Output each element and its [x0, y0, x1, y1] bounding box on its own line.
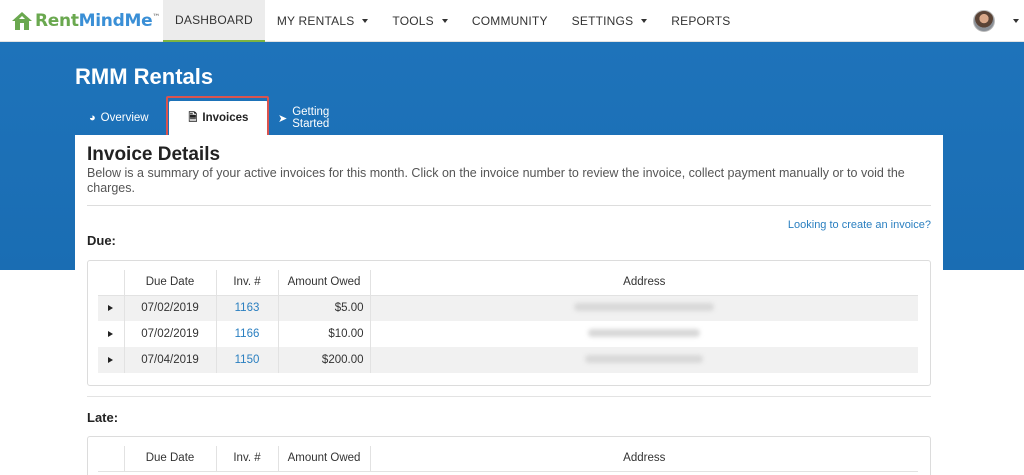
main-nav: DASHBOARD MY RENTALS TOOLS COMMUNITY SET…	[163, 0, 742, 42]
expand-row-icon[interactable]	[98, 347, 125, 373]
invoice-number-link[interactable]: 1150	[216, 347, 279, 373]
invoice-panel: Invoice Details Below is a summary of yo…	[75, 135, 943, 475]
create-invoice-link[interactable]: Looking to create an invoice?	[788, 219, 931, 231]
address-redacted	[370, 347, 918, 373]
nav-tools[interactable]: TOOLS	[380, 0, 459, 42]
user-avatar[interactable]	[973, 10, 995, 32]
nav-my-rentals[interactable]: MY RENTALS	[265, 0, 381, 42]
header-inv[interactable]: Inv. #	[215, 270, 279, 296]
caret-down-icon	[641, 19, 648, 23]
expand-column-header	[98, 270, 125, 296]
late-invoices-card: Due Date Inv. # Amount Owed Address	[87, 436, 931, 475]
rocket-icon: ➤	[278, 112, 288, 125]
header-inv[interactable]: Inv. #	[215, 446, 279, 472]
table-row: 07/02/2019 1166 $10.00	[98, 321, 918, 347]
invoice-number-link[interactable]: 1163	[216, 295, 279, 321]
due-heading: Due:	[87, 233, 116, 248]
document-icon: 🗎	[188, 111, 198, 124]
header-due-date[interactable]: Due Date	[123, 446, 217, 472]
due-invoices-table: Due Date Inv. # Amount Owed Address 07/0…	[98, 270, 918, 373]
house-logo-icon	[12, 12, 32, 30]
header-amount[interactable]: Amount Owed	[277, 446, 371, 472]
tab-getting-started[interactable]: ➤ Getting Started	[278, 101, 329, 135]
table-row: 07/04/2019 1150 $200.00	[98, 347, 918, 373]
page-title: RMM Rentals	[75, 64, 214, 89]
late-invoices-table: Due Date Inv. # Amount Owed Address	[98, 446, 918, 472]
nav-reports[interactable]: REPORTS	[659, 0, 742, 42]
nav-community[interactable]: COMMUNITY	[460, 0, 560, 42]
address-redacted	[370, 321, 918, 347]
header-due-date[interactable]: Due Date	[123, 270, 217, 296]
top-navbar: RentMindMe™ DASHBOARD MY RENTALS TOOLS C…	[0, 0, 1024, 42]
invoice-number-link[interactable]: 1166	[216, 321, 279, 347]
expand-column-header	[98, 446, 125, 472]
late-heading: Late:	[87, 410, 119, 425]
header-amount[interactable]: Amount Owed	[277, 270, 371, 296]
table-row: 07/02/2019 1163 $5.00	[98, 295, 918, 321]
address-redacted	[370, 295, 918, 321]
tab-overview[interactable]: ◕ Overview	[89, 101, 149, 135]
section-description: Below is a summary of your active invoic…	[87, 166, 905, 195]
caret-down-icon	[441, 19, 448, 23]
nav-dashboard[interactable]: DASHBOARD	[163, 0, 265, 42]
due-invoices-card: Due Date Inv. # Amount Owed Address 07/0…	[87, 260, 931, 386]
tab-invoices[interactable]: 🗎 Invoices	[169, 101, 268, 135]
expand-row-icon[interactable]	[98, 321, 125, 347]
table-header-row: Due Date Inv. # Amount Owed Address	[98, 446, 918, 472]
divider	[87, 205, 931, 206]
header-address[interactable]: Address	[369, 446, 918, 472]
expand-row-icon[interactable]	[98, 295, 125, 321]
table-header-row: Due Date Inv. # Amount Owed Address	[98, 270, 918, 296]
divider	[87, 396, 931, 397]
header-address[interactable]: Address	[369, 270, 918, 296]
section-title: Invoice Details	[87, 144, 221, 165]
user-menu-caret-icon[interactable]	[1013, 19, 1019, 23]
dashboard-gauge-icon: ◕	[89, 112, 96, 124]
caret-down-icon	[362, 19, 369, 23]
logo-wordmark: RentMindMe™	[35, 11, 161, 31]
rentmindme-logo[interactable]: RentMindMe™	[10, 8, 160, 34]
nav-settings[interactable]: SETTINGS	[560, 0, 660, 42]
